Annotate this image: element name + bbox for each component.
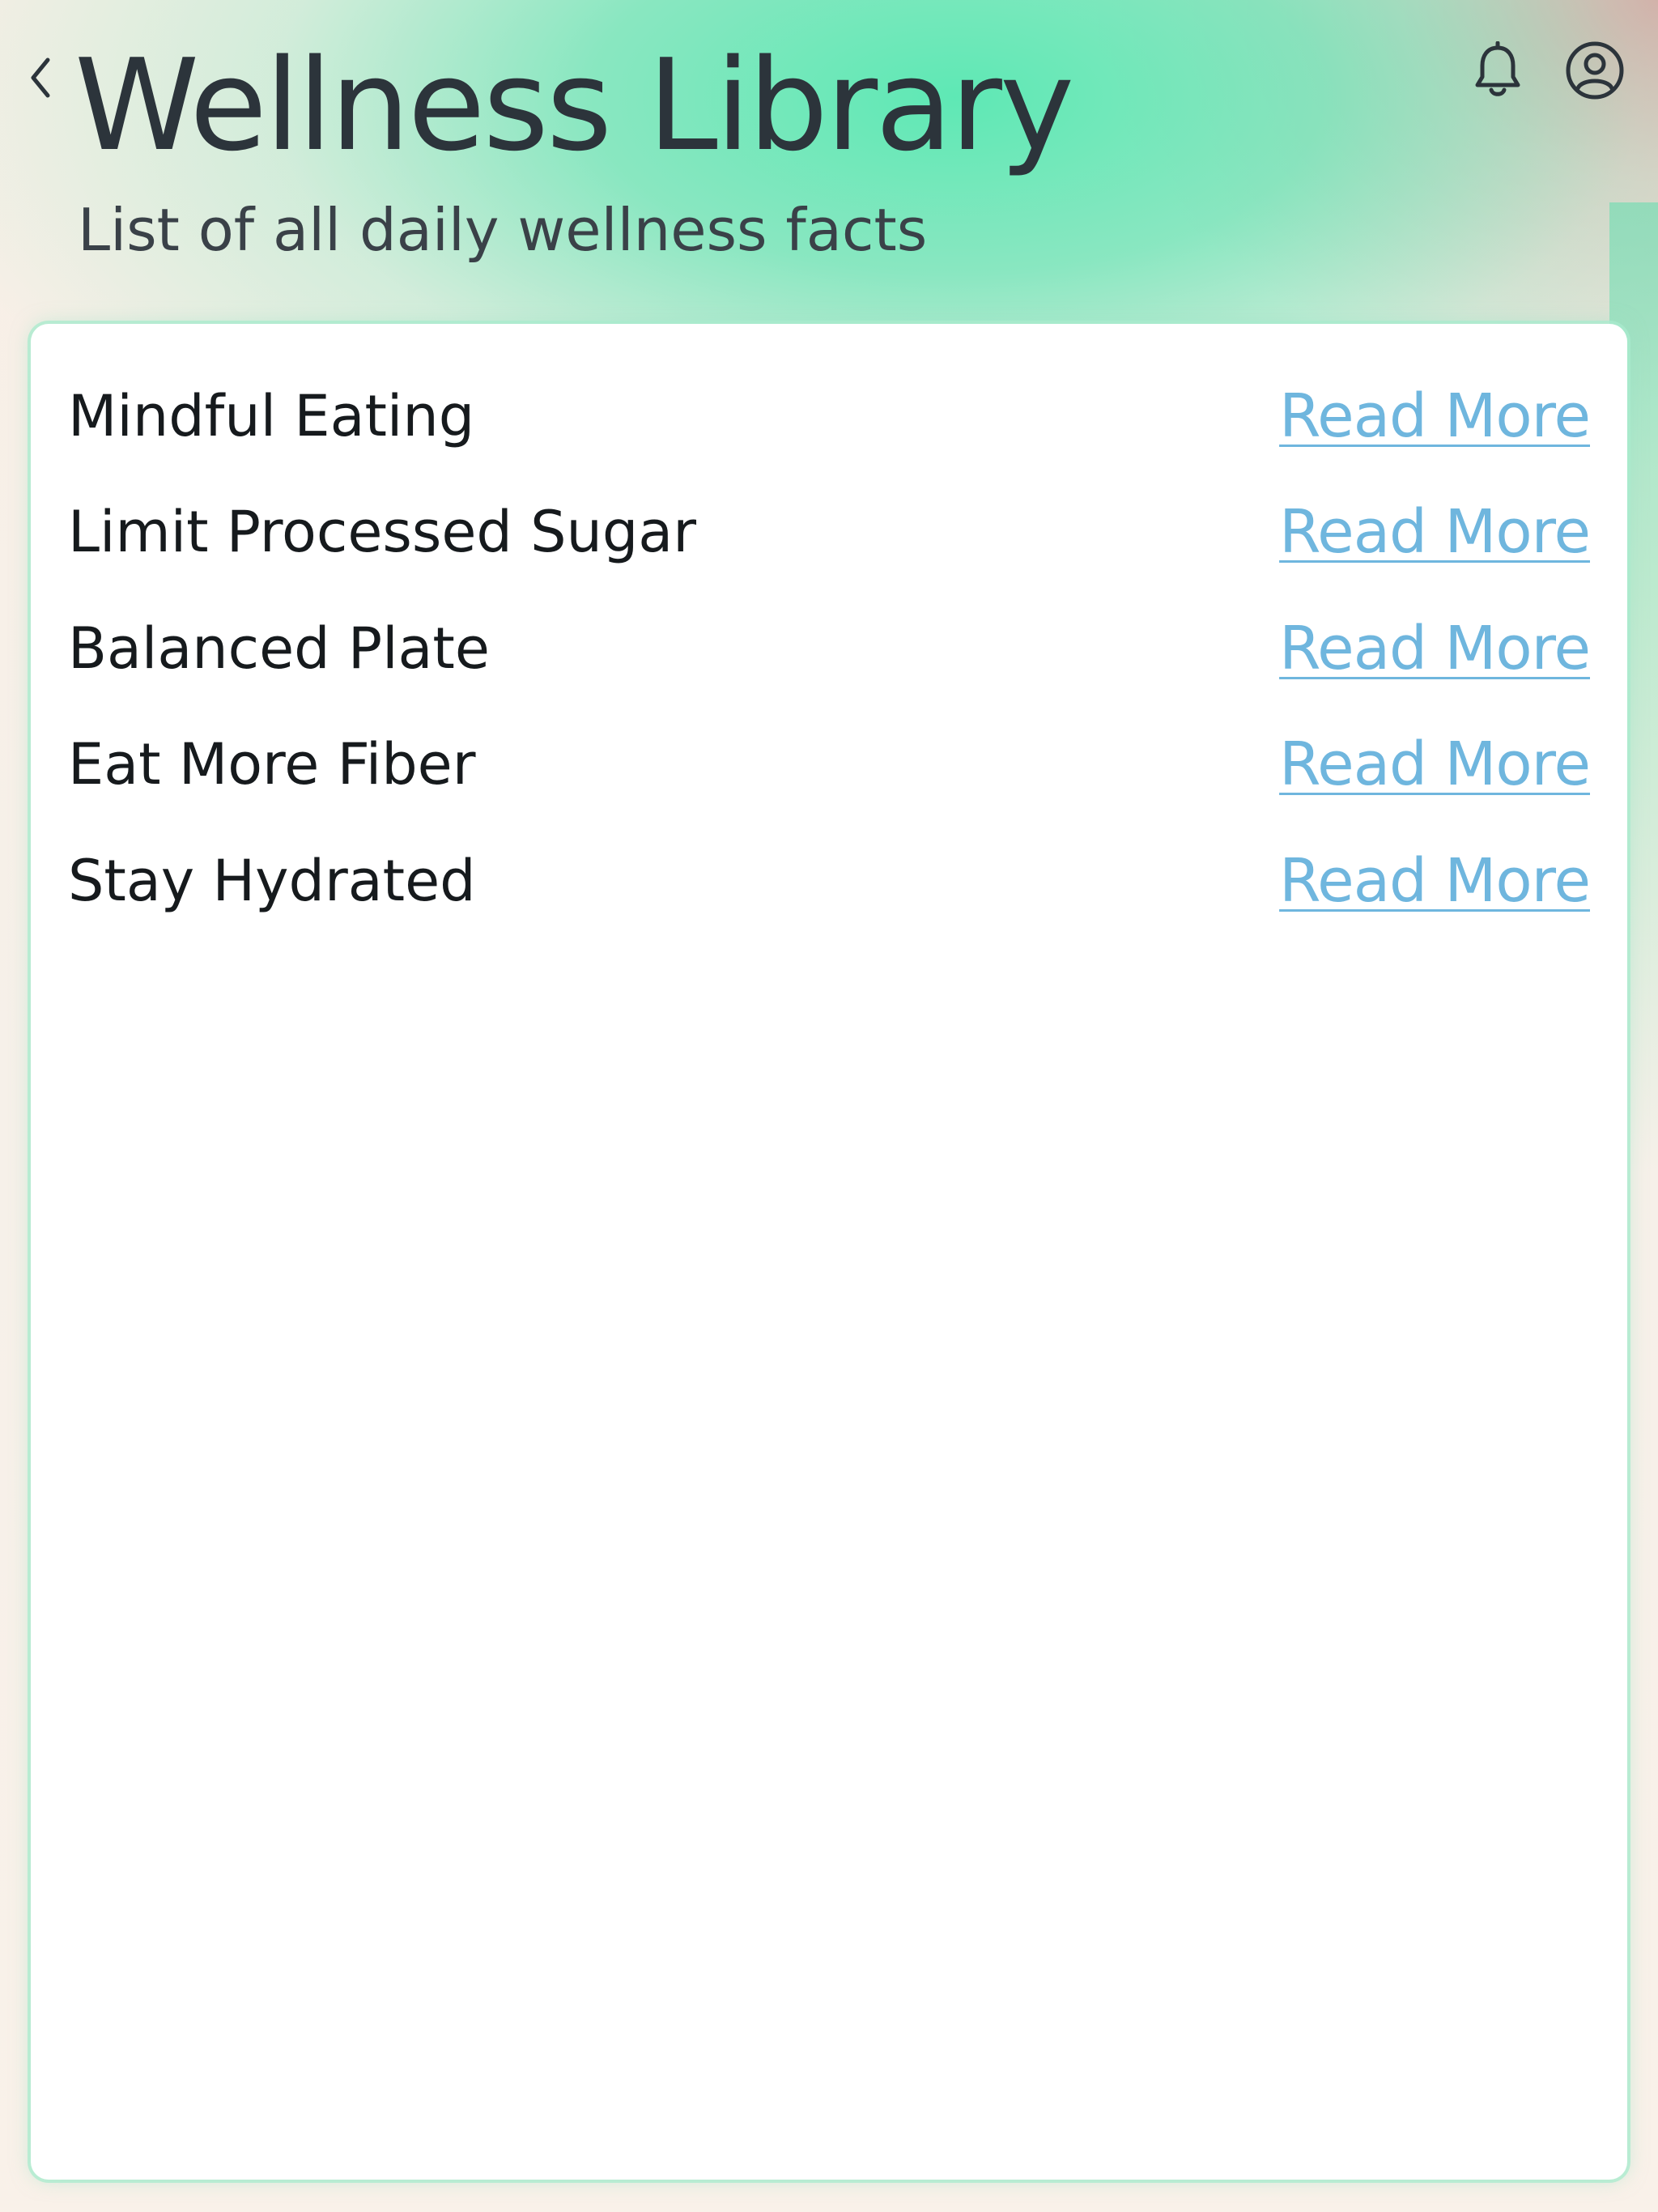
fact-list: Mindful Eating Read More Limit Processed… bbox=[68, 358, 1591, 939]
list-item: Mindful Eating Read More bbox=[68, 358, 1591, 474]
bell-icon bbox=[1473, 40, 1523, 103]
read-more-link[interactable]: Read More bbox=[1279, 614, 1591, 683]
list-item: Eat More Fiber Read More bbox=[68, 707, 1591, 823]
read-more-link[interactable]: Read More bbox=[1279, 381, 1591, 451]
fact-title: Mindful Eating bbox=[68, 382, 475, 449]
fact-title: Limit Processed Sugar bbox=[68, 499, 696, 566]
read-more-link[interactable]: Read More bbox=[1279, 846, 1591, 916]
header-actions bbox=[1469, 40, 1624, 104]
notifications-button[interactable] bbox=[1469, 40, 1527, 104]
read-more-link[interactable]: Read More bbox=[1279, 497, 1591, 567]
page-title: Wellness Library bbox=[74, 32, 1074, 179]
library-card: Mindful Eating Read More Limit Processed… bbox=[31, 324, 1627, 2180]
back-button[interactable] bbox=[24, 55, 57, 104]
fact-title: Stay Hydrated bbox=[68, 847, 476, 914]
page-subtitle: List of all daily wellness facts bbox=[78, 196, 928, 264]
list-item: Limit Processed Sugar Read More bbox=[68, 474, 1591, 591]
user-circle-icon bbox=[1564, 40, 1626, 104]
list-item: Balanced Plate Read More bbox=[68, 590, 1591, 707]
list-item: Stay Hydrated Read More bbox=[68, 823, 1591, 939]
fact-title: Balanced Plate bbox=[68, 615, 490, 682]
profile-button[interactable] bbox=[1566, 40, 1624, 104]
chevron-left-icon bbox=[28, 57, 53, 102]
read-more-link[interactable]: Read More bbox=[1279, 730, 1591, 799]
fact-title: Eat More Fiber bbox=[68, 731, 476, 798]
